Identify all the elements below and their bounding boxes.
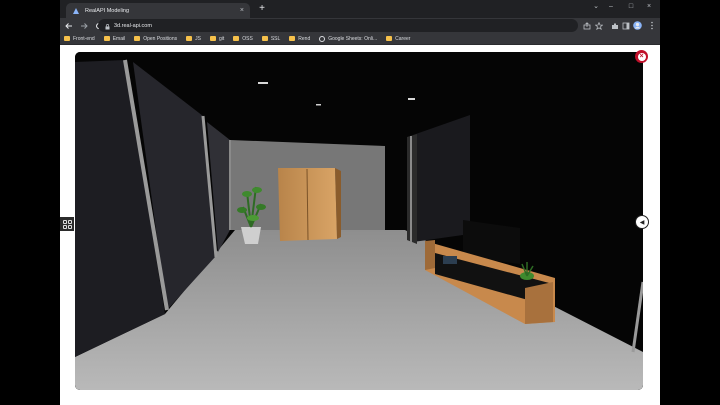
browser-tab[interactable]: RealAPI Modeling × — [66, 3, 250, 18]
plant-leaf-2 — [252, 187, 262, 193]
app-favicon-icon — [72, 7, 80, 15]
bookmark-label: Email — [112, 35, 126, 42]
back-arrow-icon[interactable] — [63, 20, 75, 32]
bookmark-label: Open Positions — [143, 35, 178, 42]
bookmark-item[interactable]: SSL — [261, 35, 281, 42]
bookmark-item[interactable]: JS — [186, 36, 201, 42]
folder-icon — [289, 36, 296, 41]
3d-scene-viewport[interactable] — [75, 52, 643, 390]
bookmark-label: Career — [395, 35, 411, 42]
folder-icon — [134, 36, 141, 41]
grid-cell-icon — [67, 219, 72, 224]
folder-icon — [186, 36, 193, 41]
lock-icon — [105, 17, 110, 35]
folder-icon — [233, 36, 240, 41]
minimize-button[interactable]: – — [606, 2, 616, 12]
url-text: 3d.real-api.com — [114, 22, 152, 29]
folder-icon — [261, 36, 268, 41]
browser-window: RealAPI Modeling × + ⌄ – □ × 3d.real-api… — [60, 0, 660, 405]
ceiling-light-2 — [408, 98, 415, 100]
plant-leaf-4 — [256, 204, 266, 210]
folder-icon — [386, 36, 393, 41]
bookmark-label: SSL — [270, 35, 281, 42]
bookmark-item[interactable]: Career — [386, 36, 410, 42]
browser-toolbar: 3d.real-api.com — [60, 18, 660, 33]
tab-search-icon[interactable]: ⌄ — [591, 2, 601, 12]
bookmark-label: Rend — [298, 35, 311, 42]
tv-console-front — [525, 282, 553, 324]
bookmark-star-icon[interactable] — [593, 20, 604, 31]
bookmark-item[interactable]: Email — [103, 35, 126, 42]
folder-icon — [103, 36, 110, 41]
bookmark-item[interactable]: Rend — [289, 36, 310, 42]
bookmark-item[interactable]: OSS — [233, 36, 253, 42]
globe-icon — [319, 35, 326, 42]
window-close-button[interactable]: × — [644, 2, 654, 12]
profile-avatar-icon[interactable] — [632, 20, 643, 31]
grid-cell-icon — [67, 224, 72, 229]
forward-arrow-icon[interactable] — [78, 20, 90, 32]
panel-toggle-arrow-icon[interactable]: ◀ — [635, 215, 649, 229]
maximize-button[interactable]: □ — [626, 2, 636, 12]
close-viewer-button[interactable]: × — [635, 50, 648, 63]
tab-title: RealAPI Modeling — [85, 7, 130, 14]
bookmark-item[interactable]: Open Positions — [134, 36, 177, 42]
extensions-icon[interactable] — [609, 20, 620, 31]
bookmark-label: Front-end — [73, 35, 95, 42]
page-content: × ◀ — [60, 45, 660, 405]
bookmark-label: Google Sheets: Onli... — [328, 35, 378, 42]
ceiling-light-3 — [316, 104, 321, 106]
plant-leaf-5 — [247, 215, 259, 221]
bookmark-label: JS — [195, 35, 201, 42]
bookmark-label: OSS — [242, 35, 253, 42]
grid-menu-button[interactable] — [60, 217, 74, 231]
plant-leaf-3 — [237, 207, 247, 213]
new-tab-button[interactable]: + — [256, 3, 268, 15]
menu-kebab-icon[interactable] — [646, 20, 657, 31]
grid-cell-icon — [62, 224, 67, 229]
3d-room-render[interactable] — [75, 52, 643, 390]
tv-console-end — [425, 240, 435, 270]
bookmarks-bar: Front-end Email Open Positions JS git OSS SSL R… — [60, 33, 660, 45]
plant-leaf-1 — [242, 191, 252, 197]
address-bar[interactable]: 3d.real-api.com — [98, 19, 578, 32]
console-decor-box — [443, 256, 457, 264]
side-panel-icon[interactable] — [620, 20, 631, 31]
share-icon[interactable] — [581, 20, 592, 31]
bookmark-item[interactable]: Google Sheets: Onli... — [319, 35, 378, 42]
bookmark-label: git — [218, 35, 225, 42]
title-bar: RealAPI Modeling × + ⌄ – □ × — [60, 0, 660, 18]
tab-close-icon[interactable]: × — [240, 7, 244, 14]
folder-icon — [64, 36, 70, 41]
right-glass-panel-1 — [413, 115, 470, 242]
ceiling-light-1 — [258, 82, 268, 84]
close-x-icon: × — [637, 52, 646, 61]
bookmark-item[interactable]: git — [209, 35, 225, 42]
grid-cell-icon — [62, 219, 67, 224]
bookmark-item[interactable]: Front-end — [64, 36, 95, 42]
folder-icon — [209, 36, 216, 41]
